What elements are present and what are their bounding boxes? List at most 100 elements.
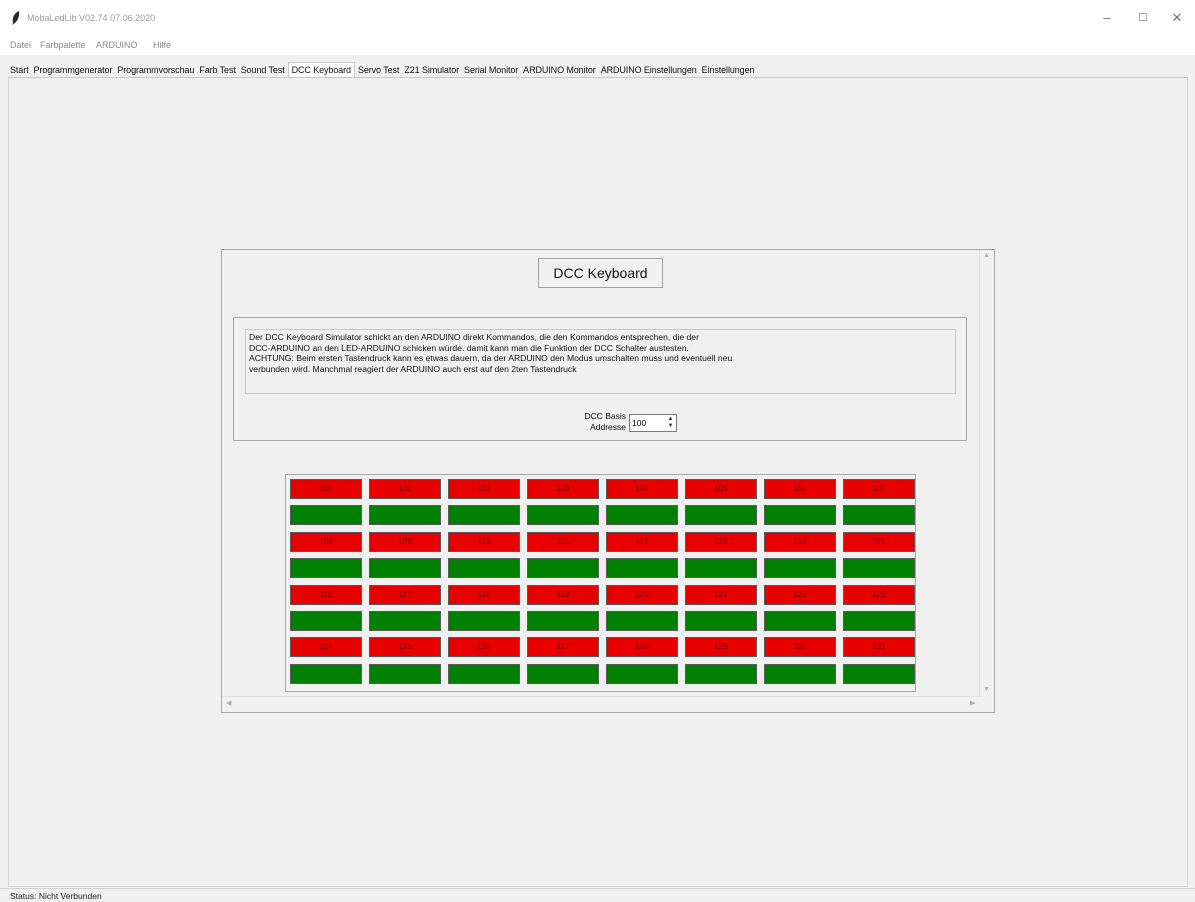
dcc-key-red[interactable]: 118 xyxy=(448,584,520,605)
dcc-key-red[interactable]: 111 xyxy=(527,531,599,552)
dcc-key-green[interactable] xyxy=(290,663,362,684)
dcc-key-green[interactable] xyxy=(843,611,915,631)
dcc-key-green[interactable] xyxy=(764,558,836,579)
dcc-key-red[interactable]: 109 xyxy=(369,531,441,552)
close-button[interactable]: ✕ xyxy=(1160,8,1194,28)
dcc-key-red[interactable]: 110 xyxy=(448,531,520,552)
tab-arduino-monitor[interactable]: ARDUINO Monitor xyxy=(521,65,598,77)
dcc-key-green[interactable] xyxy=(685,663,757,684)
tab-servo-test[interactable]: Servo Test xyxy=(356,65,401,77)
tab-programmgenerator[interactable]: Programmgenerator xyxy=(32,65,115,77)
dcc-key-red[interactable]: 124 xyxy=(290,637,362,658)
dcc-key-green[interactable] xyxy=(843,505,915,526)
minimize-button[interactable]: – xyxy=(1090,8,1124,28)
dcc-key-green[interactable] xyxy=(448,663,520,684)
tab-start[interactable]: Start xyxy=(8,65,31,77)
dcc-key-red[interactable]: 117 xyxy=(369,584,441,605)
dcc-key-green[interactable] xyxy=(369,663,441,684)
status-bar: Status: Nicht Verbunden xyxy=(0,888,1195,902)
dcc-key-green[interactable] xyxy=(369,611,441,631)
dcc-key-green[interactable] xyxy=(685,505,757,526)
dcc-basis-address-input[interactable] xyxy=(630,415,664,431)
dcc-key-red[interactable]: 130 xyxy=(764,637,836,658)
tab-z21-simulator[interactable]: Z21 Simulator xyxy=(402,65,461,77)
dcc-basis-address-spinbox[interactable]: ▲ ▼ xyxy=(629,414,677,432)
dcc-key-green[interactable] xyxy=(685,558,757,579)
dcc-key-green[interactable] xyxy=(527,505,599,526)
dcc-key-green[interactable] xyxy=(606,611,678,631)
dcc-key-green[interactable] xyxy=(369,558,441,579)
menu-datei[interactable]: Datei xyxy=(10,40,31,50)
basis-label-line2: Addresse xyxy=(590,422,626,432)
dcc-key-green[interactable] xyxy=(448,505,520,526)
dcc-key-green[interactable] xyxy=(764,611,836,631)
dcc-key-red[interactable]: 129 xyxy=(685,637,757,658)
dcc-key-green[interactable] xyxy=(685,611,757,631)
dcc-key-red[interactable]: 115 xyxy=(843,531,915,552)
dcc-key-red[interactable]: 114 xyxy=(764,531,836,552)
menu-hilfe[interactable]: Hilfe xyxy=(153,40,171,50)
dcc-key-green[interactable] xyxy=(606,663,678,684)
dcc-key-green[interactable] xyxy=(448,611,520,631)
dcc-key-green[interactable] xyxy=(606,558,678,579)
tab-farb-test[interactable]: Farb Test xyxy=(197,65,237,77)
dcc-key-red[interactable]: 122 xyxy=(764,584,836,605)
spin-down-icon[interactable]: ▼ xyxy=(666,423,675,430)
dcc-key-red[interactable]: 106 xyxy=(764,479,836,499)
dcc-key-green[interactable] xyxy=(606,505,678,526)
dcc-key-red[interactable]: 105 xyxy=(685,479,757,499)
scroll-up-arrow-icon[interactable]: ▲ xyxy=(983,252,990,259)
dcc-key-green[interactable] xyxy=(527,663,599,684)
dcc-key-green[interactable] xyxy=(290,611,362,631)
dcc-key-grid: 100 101 102 103 104 105 106 107 108 109 110 111 112 1… xyxy=(285,474,916,692)
tab-einstellungen[interactable]: Einstellungen xyxy=(700,65,757,77)
menu-farbpalette[interactable]: Farbpalette xyxy=(40,40,86,50)
horizontal-scrollbar[interactable]: ◀ ▶ xyxy=(222,696,982,712)
scroll-left-arrow-icon[interactable]: ◀ xyxy=(226,699,231,707)
dcc-key-green[interactable] xyxy=(843,558,915,579)
dcc-key-red[interactable]: 112 xyxy=(606,531,678,552)
tab-dcc-keyboard[interactable]: DCC Keyboard xyxy=(287,62,355,78)
dcc-key-green[interactable] xyxy=(527,558,599,579)
dcc-key-green[interactable] xyxy=(764,505,836,526)
dcc-basis-address-label: DCC Basis Addresse xyxy=(568,411,626,433)
dcc-key-green[interactable] xyxy=(369,505,441,526)
menu-arduino[interactable]: ARDUINO xyxy=(96,40,138,50)
dcc-key-red[interactable]: 126 xyxy=(448,637,520,658)
dcc-key-green[interactable] xyxy=(448,558,520,579)
dcc-key-red[interactable]: 104 xyxy=(606,479,678,499)
basis-label-line1: DCC Basis xyxy=(584,411,626,421)
tab-sound-test[interactable]: Sound Test xyxy=(239,65,287,77)
dcc-key-green[interactable] xyxy=(527,611,599,631)
dcc-key-red[interactable]: 125 xyxy=(369,637,441,658)
scroll-right-arrow-icon[interactable]: ▶ xyxy=(970,699,975,707)
dcc-key-red[interactable]: 131 xyxy=(843,637,915,658)
spin-up-icon[interactable]: ▲ xyxy=(666,416,675,423)
dcc-keyboard-heading: DCC Keyboard xyxy=(538,258,663,288)
dcc-key-red[interactable]: 102 xyxy=(448,479,520,499)
dcc-key-red[interactable]: 100 xyxy=(290,479,362,499)
dcc-key-red[interactable]: 127 xyxy=(527,637,599,658)
scroll-down-arrow-icon[interactable]: ▼ xyxy=(983,686,990,693)
dcc-key-red[interactable]: 123 xyxy=(843,584,915,605)
maximize-button[interactable]: ☐ xyxy=(1126,8,1160,28)
dcc-key-green[interactable] xyxy=(764,663,836,684)
dcc-key-red[interactable]: 120 xyxy=(606,584,678,605)
dcc-key-red[interactable]: 108 xyxy=(290,531,362,552)
dcc-key-red[interactable]: 101 xyxy=(369,479,441,499)
vertical-scrollbar[interactable]: ▲ ▼ xyxy=(979,250,994,698)
dcc-key-red[interactable]: 116 xyxy=(290,584,362,605)
dcc-key-green[interactable] xyxy=(290,505,362,526)
dcc-key-red[interactable]: 121 xyxy=(685,584,757,605)
tab-programmvorschau[interactable]: Programmvorschau xyxy=(115,65,196,77)
dcc-key-red[interactable]: 113 xyxy=(685,531,757,552)
dcc-key-green[interactable] xyxy=(843,663,915,684)
tab-serial-monitor[interactable]: Serial Monitor xyxy=(462,65,520,77)
spinbox-arrows[interactable]: ▲ ▼ xyxy=(666,416,675,430)
dcc-key-red[interactable]: 128 xyxy=(606,637,678,658)
tab-arduino-einstellungen[interactable]: ARDUINO Einstellungen xyxy=(599,65,699,77)
dcc-key-red[interactable]: 103 xyxy=(527,479,599,499)
dcc-key-red[interactable]: 119 xyxy=(527,584,599,605)
dcc-key-green[interactable] xyxy=(290,558,362,579)
dcc-key-red[interactable]: 107 xyxy=(843,479,915,499)
